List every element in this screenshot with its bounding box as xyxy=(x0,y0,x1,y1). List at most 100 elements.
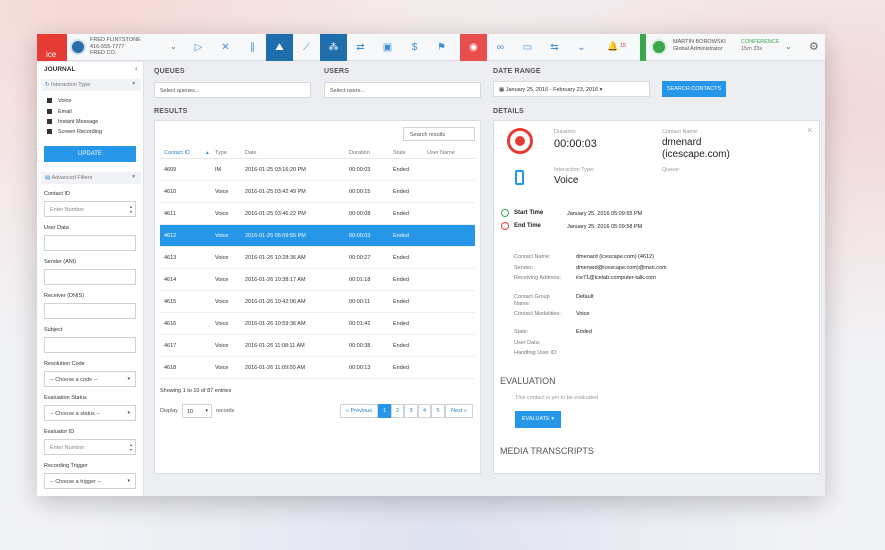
row-contact-id: 4610 xyxy=(164,189,177,195)
table-row[interactable]: 4611 Voice 2016-01-25 03:46:22 PM 00:00:08 E… xyxy=(160,203,475,225)
eye-icon[interactable]: ◉ xyxy=(460,34,487,61)
contact-name-value: dmenard (icescape.com) xyxy=(662,137,730,160)
table-row[interactable]: 4613 Voice 2016-01-26 10:28:36 AM 00:00:27 E… xyxy=(160,247,475,269)
shuffle-icon[interactable]: ⇄ xyxy=(347,34,374,61)
col-contact-id[interactable]: Contact ID xyxy=(164,150,190,156)
close-details-icon[interactable]: × xyxy=(807,125,812,135)
page-3-button[interactable]: 3 xyxy=(404,404,418,418)
row-type: Voice xyxy=(215,233,229,239)
type-checkbox-screen[interactable]: Screen Recording xyxy=(47,129,102,135)
evaluation-text: This contact is yet to be evaluated xyxy=(515,395,599,401)
col-user-name[interactable]: User Name xyxy=(427,150,455,156)
mountain-icon[interactable]: ⛰ xyxy=(266,34,293,61)
results-panel: Search results Contact ID ▴ Type Date Du… xyxy=(154,120,481,474)
window-icon[interactable]: ▭ xyxy=(514,34,541,61)
agent-name: MARTIN BOROWSKI xyxy=(673,39,726,45)
field-value: Default xyxy=(576,294,594,300)
agent-chevron-icon[interactable]: ⌄ xyxy=(785,42,792,51)
next-page-button[interactable]: Next » xyxy=(445,404,473,418)
start-time-value: January 25, 2016 05:09:55 PM xyxy=(567,211,643,217)
user-data-input[interactable] xyxy=(44,235,136,251)
close-icon[interactable]: ✕ xyxy=(212,34,239,61)
queue-label: Queue: xyxy=(662,167,681,173)
table-row[interactable]: 4617 Voice 2016-01-26 11:08:11 AM 00:00:38 E… xyxy=(160,335,475,357)
bell-icon[interactable]: 🔔 xyxy=(607,41,618,52)
user-data-label: User Data xyxy=(44,225,69,231)
conference-label: CONFERENCE xyxy=(741,39,780,45)
agent-avatar[interactable] xyxy=(651,39,667,55)
screen-icon[interactable]: ▣ xyxy=(374,34,401,61)
evaluate-button[interactable]: EVALUATE ▾ xyxy=(515,411,561,428)
col-type[interactable]: Type xyxy=(215,150,227,156)
more-chevron-icon[interactable]: ⌄ xyxy=(568,34,595,61)
contact-name-label: Contact Name: xyxy=(662,129,699,135)
queues-select[interactable]: Select queues... xyxy=(154,82,311,98)
col-state[interactable]: State xyxy=(393,150,406,156)
receiver-input[interactable] xyxy=(44,303,136,319)
table-row[interactable]: 4612 Voice 2016-01-25 05:09:55 PM 00:00:03 E… xyxy=(160,225,475,247)
row-type: Voice xyxy=(215,189,229,195)
conference-status: CONFERENCE 15m 33s xyxy=(741,39,780,52)
table-row[interactable]: 4616 Voice 2016-01-26 10:59:36 AM 00:01:42 E… xyxy=(160,313,475,335)
row-state: Ended xyxy=(393,321,409,327)
resolution-select[interactable]: -- Choose a code -- ▾ xyxy=(44,371,136,387)
col-duration[interactable]: Duration xyxy=(349,150,370,156)
sender-input[interactable] xyxy=(44,269,136,285)
type-checkbox-email[interactable]: Email xyxy=(47,109,72,115)
sidebar-title: JOURNAL xyxy=(44,66,76,73)
page-4-button[interactable]: 4 xyxy=(418,404,431,418)
evaluation-status-select[interactable]: -- Choose a status -- ▾ xyxy=(44,405,136,421)
row-state: Ended xyxy=(393,299,409,305)
chevron-down-icon[interactable]: ⌄ xyxy=(170,42,177,51)
type-checkbox-im[interactable]: Instant Message xyxy=(47,119,98,125)
row-type: Voice xyxy=(215,255,229,261)
evaluator-id-input[interactable]: Enter Number ▴ ▾ xyxy=(44,439,136,455)
field-label: Contact Group Name: xyxy=(514,294,550,307)
row-contact-id: 4611 xyxy=(164,211,176,217)
page-size-select[interactable]: 10 ▾ xyxy=(182,404,212,418)
row-duration: 00:01:18 xyxy=(349,277,371,283)
table-row[interactable]: 4618 Voice 2016-01-26 11:09:00 AM 00:00:13 E… xyxy=(160,357,475,379)
start-time-label: Start Time xyxy=(514,210,544,216)
users-select[interactable]: Select users... xyxy=(324,82,481,98)
table-row[interactable]: 4610 Voice 2016-01-25 03:42:49 PM 00:00:15 E… xyxy=(160,181,475,203)
recording-trigger-select[interactable]: -- Choose a trigger -- ▾ xyxy=(44,473,136,489)
details-heading: DETAILS xyxy=(493,108,524,115)
network-icon[interactable]: ⁂ xyxy=(320,34,347,61)
user-avatar[interactable] xyxy=(70,39,86,55)
collapse-icon[interactable]: ‹ xyxy=(135,64,138,73)
update-button[interactable]: UPDATE xyxy=(44,146,136,162)
gear-icon[interactable]: ⚙ xyxy=(809,40,819,53)
page-5-button[interactable]: 5 xyxy=(431,404,445,418)
sort-icon[interactable]: ▴ xyxy=(206,150,209,156)
chart-icon[interactable]: ⟋ xyxy=(293,34,320,61)
prev-page-button[interactable]: « Previous xyxy=(340,404,378,418)
subject-input[interactable] xyxy=(44,337,136,353)
dollar-icon[interactable]: $ xyxy=(401,34,428,61)
transfer-icon[interactable]: ⇆ xyxy=(541,34,568,61)
search-contacts-button[interactable]: SEARCH CONTACTS xyxy=(662,81,726,97)
page-2-button[interactable]: 2 xyxy=(391,404,404,418)
play-icon[interactable]: ▷ xyxy=(185,34,212,61)
date-range-picker[interactable]: ▦ January 25, 2016 - February 23, 2016 ▾ xyxy=(493,81,650,97)
page-1-button[interactable]: 1 xyxy=(378,404,391,418)
col-date[interactable]: Date xyxy=(245,150,257,156)
voicemail-icon[interactable]: ∞ xyxy=(487,34,514,61)
date-range-heading: DATE RANGE xyxy=(493,68,541,75)
type-checkbox-voice[interactable]: Voice xyxy=(47,98,71,104)
field-label: Contact Modalities: xyxy=(514,311,561,317)
interaction-type-section[interactable]: ↻ Interaction Type ▾ xyxy=(41,79,141,91)
pause-icon[interactable]: ∥ xyxy=(239,34,266,61)
field-label: State: xyxy=(514,329,529,335)
end-clock-icon xyxy=(501,222,509,230)
table-row[interactable]: 4615 Voice 2016-01-26 10:42:06 AM 00:00:11 E… xyxy=(160,291,475,313)
table-row[interactable]: 4614 Voice 2016-01-26 10:38:17 AM 00:01:18 E… xyxy=(160,269,475,291)
field-label: Receiving Address: xyxy=(514,275,562,281)
results-search-input[interactable]: Search results xyxy=(403,127,475,141)
calendar-icon: ▦ xyxy=(499,87,506,93)
contact-id-input[interactable]: Enter Number ▴ ▾ xyxy=(44,201,136,217)
advanced-filters-section[interactable]: ▤ Advanced Filters ▾ xyxy=(41,172,141,184)
row-contact-id: 4614 xyxy=(164,277,177,283)
table-row[interactable]: 4609 IM 2016-01-25 03:16:20 PM 00:00:03 Ende… xyxy=(160,159,475,181)
flag-icon[interactable]: ⚑ xyxy=(428,34,455,61)
